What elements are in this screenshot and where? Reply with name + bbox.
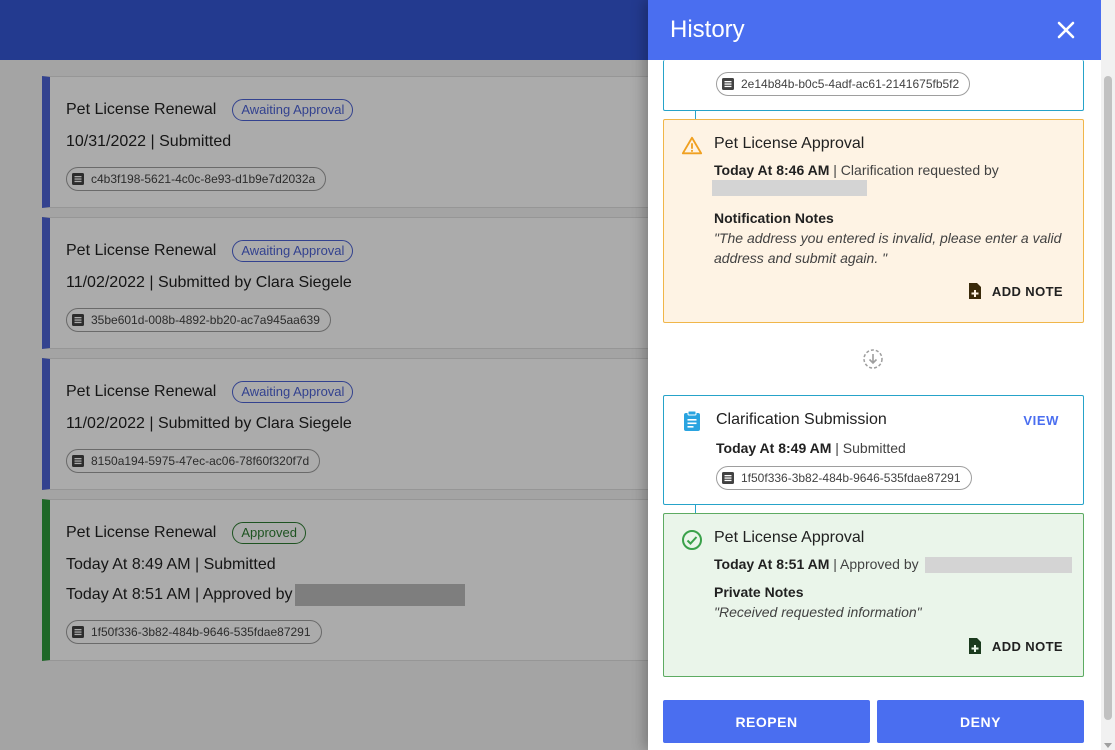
history-drawer: 2e14b84b-b0c5-4adf-ac61-2141675fb5f2 Pet… bbox=[648, 0, 1115, 750]
redacted-name bbox=[712, 180, 867, 196]
item-action: | Approved by bbox=[829, 556, 919, 572]
id-chip[interactable]: 2e14b84b-b0c5-4adf-ac61-2141675fb5f2 bbox=[716, 72, 971, 96]
add-note-button[interactable]: ADD NOTE bbox=[968, 638, 1063, 654]
clipboard-icon bbox=[681, 410, 703, 432]
arrow-down-circle-icon bbox=[862, 348, 884, 370]
history-item-clarification-request: Pet License Approval Today At 8:46 AM | … bbox=[663, 119, 1084, 323]
notes-label: Private Notes bbox=[714, 584, 804, 600]
item-title: Clarification Submission bbox=[716, 411, 887, 428]
item-action: | Clarification requested by bbox=[829, 162, 999, 178]
history-item-submission: 2e14b84b-b0c5-4adf-ac61-2141675fb5f2 bbox=[663, 60, 1084, 111]
item-time: Today At 8:51 AM bbox=[714, 556, 830, 572]
notes-label: Notification Notes bbox=[714, 210, 834, 226]
document-icon bbox=[721, 471, 735, 485]
redacted-name bbox=[924, 557, 1072, 574]
drawer-header: History bbox=[648, 0, 1101, 60]
history-item-clarification-submission: Clarification Submission VIEW Today At 8… bbox=[663, 395, 1084, 505]
view-link[interactable]: VIEW bbox=[1023, 413, 1059, 428]
id-chip[interactable]: 1f50f336-3b82-484b-9646-535fdae87291 bbox=[716, 466, 972, 490]
item-meta: Today At 8:49 AM | Submitted bbox=[716, 440, 906, 456]
warning-icon bbox=[681, 135, 703, 157]
reopen-button[interactable]: REOPEN bbox=[663, 700, 870, 743]
drawer-actions: REOPEN DENY bbox=[663, 700, 1084, 743]
drawer-title: History bbox=[670, 16, 745, 43]
deny-button[interactable]: DENY bbox=[877, 700, 1084, 743]
history-item-approval: Pet License Approval Today At 8:51 AM | … bbox=[663, 513, 1084, 677]
notes-text: "Received requested information" bbox=[714, 604, 922, 620]
id-text: 1f50f336-3b82-484b-9646-535fdae87291 bbox=[741, 471, 961, 485]
add-note-label: ADD NOTE bbox=[991, 283, 1063, 299]
timeline-connector bbox=[695, 505, 696, 513]
item-time: Today At 8:46 AM bbox=[714, 162, 830, 178]
notes-text: "The address you entered is invalid, ple… bbox=[714, 230, 1062, 266]
drawer-scrollbar[interactable] bbox=[1101, 0, 1115, 750]
scrollbar-thumb[interactable] bbox=[1104, 76, 1112, 720]
item-meta: Today At 8:46 AM | Clarification request… bbox=[714, 162, 999, 178]
add-note-label: ADD NOTE bbox=[991, 638, 1063, 654]
scroll-down-arrow-icon[interactable] bbox=[1104, 743, 1112, 748]
item-time: Today At 8:49 AM bbox=[716, 440, 832, 456]
check-circle-icon bbox=[681, 529, 703, 551]
item-meta: Today At 8:51 AM | Approved by bbox=[714, 556, 1072, 574]
item-title: Pet License Approval bbox=[714, 135, 865, 152]
note-add-icon bbox=[968, 283, 981, 299]
note-add-icon bbox=[968, 638, 981, 654]
close-icon[interactable] bbox=[1053, 17, 1079, 43]
item-title: Pet License Approval bbox=[714, 529, 865, 546]
id-text: 2e14b84b-b0c5-4adf-ac61-2141675fb5f2 bbox=[741, 77, 960, 91]
add-note-button[interactable]: ADD NOTE bbox=[968, 283, 1063, 299]
timeline-connector bbox=[695, 111, 696, 119]
document-icon bbox=[721, 77, 735, 91]
item-action: | Submitted bbox=[831, 440, 906, 456]
